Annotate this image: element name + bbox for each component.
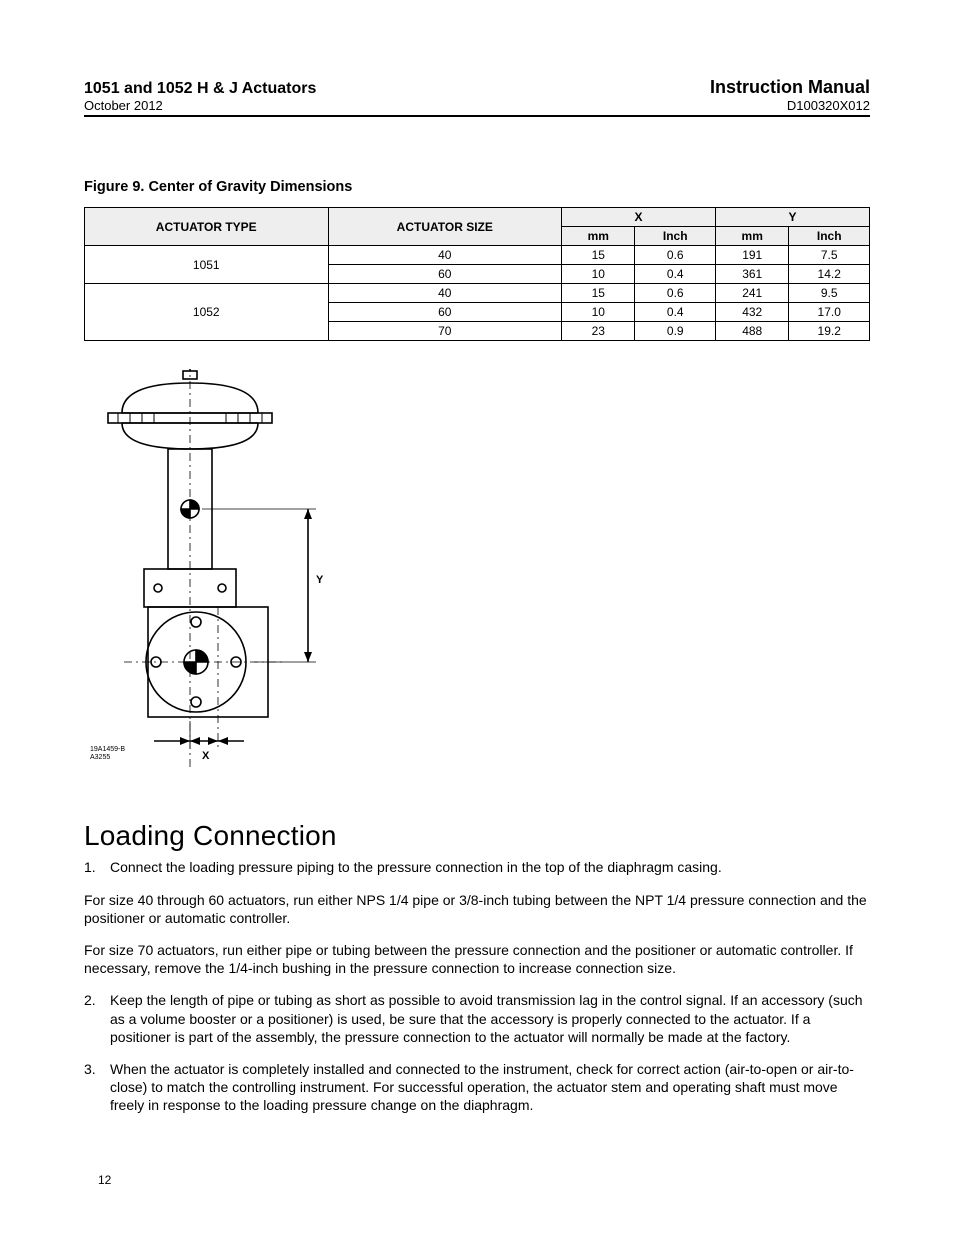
col-y: Y: [716, 208, 870, 227]
cell-type: 1052: [85, 284, 329, 341]
cell-xin: 0.6: [635, 284, 716, 303]
document-number: D100320X012: [710, 98, 870, 114]
list-item: Keep the length of pipe or tubing as sho…: [84, 991, 870, 1046]
cell-ymm: 361: [716, 265, 789, 284]
cell-xin: 0.6: [635, 246, 716, 265]
drawing-ref-1: 19A1459-B: [90, 746, 125, 753]
col-x-mm: mm: [562, 227, 635, 246]
cell-size: 40: [328, 284, 562, 303]
page-number: 12: [98, 1173, 111, 1187]
list-item-text: When the actuator is completely installe…: [110, 1061, 854, 1113]
cell-ymm: 241: [716, 284, 789, 303]
list-item: Connect the loading pressure piping to t…: [84, 858, 870, 977]
cell-xin: 0.4: [635, 265, 716, 284]
table-row: 1051 40 15 0.6 191 7.5: [85, 246, 870, 265]
section-heading-loading-connection: Loading Connection: [84, 820, 870, 852]
cell-ymm: 432: [716, 303, 789, 322]
dimension-y-label: Y: [316, 574, 324, 586]
cell-size: 60: [328, 265, 562, 284]
cell-xmm: 23: [562, 322, 635, 341]
list-item-text: Keep the length of pipe or tubing as sho…: [110, 992, 863, 1044]
actuator-diagram-icon: Y X 19A1459-B A3255: [84, 369, 344, 769]
body-text: Connect the loading pressure piping to t…: [84, 858, 870, 1114]
dimensions-table: ACTUATOR TYPE ACTUATOR SIZE X Y mm Inch …: [84, 207, 870, 341]
paragraph: For size 40 through 60 actuators, run ei…: [84, 891, 870, 927]
col-x-inch: Inch: [635, 227, 716, 246]
header-left: 1051 and 1052 H & J Actuators October 20…: [84, 80, 316, 113]
cell-xmm: 15: [562, 246, 635, 265]
cell-yin: 14.2: [789, 265, 870, 284]
col-actuator-type: ACTUATOR TYPE: [85, 208, 329, 246]
table-row: 1052 40 15 0.6 241 9.5: [85, 284, 870, 303]
cell-ymm: 488: [716, 322, 789, 341]
page: 1051 and 1052 H & J Actuators October 20…: [0, 0, 954, 1235]
document-date: October 2012: [84, 98, 316, 114]
cell-size: 60: [328, 303, 562, 322]
cell-size: 70: [328, 322, 562, 341]
cell-yin: 19.2: [789, 322, 870, 341]
col-y-mm: mm: [716, 227, 789, 246]
cell-size: 40: [328, 246, 562, 265]
figure-drawing: Y X 19A1459-B A3255: [84, 369, 870, 774]
list-item: When the actuator is completely installe…: [84, 1060, 870, 1115]
cell-xmm: 10: [562, 265, 635, 284]
col-x: X: [562, 208, 716, 227]
product-title: 1051 and 1052 H & J Actuators: [84, 80, 316, 98]
paragraph: For size 70 actuators, run either pipe o…: [84, 941, 870, 977]
drawing-ref-2: A3255: [90, 754, 110, 761]
cell-yin: 9.5: [789, 284, 870, 303]
cell-yin: 17.0: [789, 303, 870, 322]
figure-caption: Figure 9. Center of Gravity Dimensions: [84, 179, 870, 195]
dimension-x-label: X: [202, 750, 210, 762]
cell-type: 1051: [85, 246, 329, 284]
cell-xmm: 15: [562, 284, 635, 303]
page-header: 1051 and 1052 H & J Actuators October 20…: [84, 78, 870, 117]
cell-xmm: 10: [562, 303, 635, 322]
list-item-text: Connect the loading pressure piping to t…: [110, 859, 722, 875]
header-right: Instruction Manual D100320X012: [710, 78, 870, 113]
cell-xin: 0.9: [635, 322, 716, 341]
cell-yin: 7.5: [789, 246, 870, 265]
cell-xin: 0.4: [635, 303, 716, 322]
col-y-inch: Inch: [789, 227, 870, 246]
col-actuator-size: ACTUATOR SIZE: [328, 208, 562, 246]
manual-title: Instruction Manual: [710, 78, 870, 98]
cell-ymm: 191: [716, 246, 789, 265]
numbered-list: Connect the loading pressure piping to t…: [84, 858, 870, 1114]
